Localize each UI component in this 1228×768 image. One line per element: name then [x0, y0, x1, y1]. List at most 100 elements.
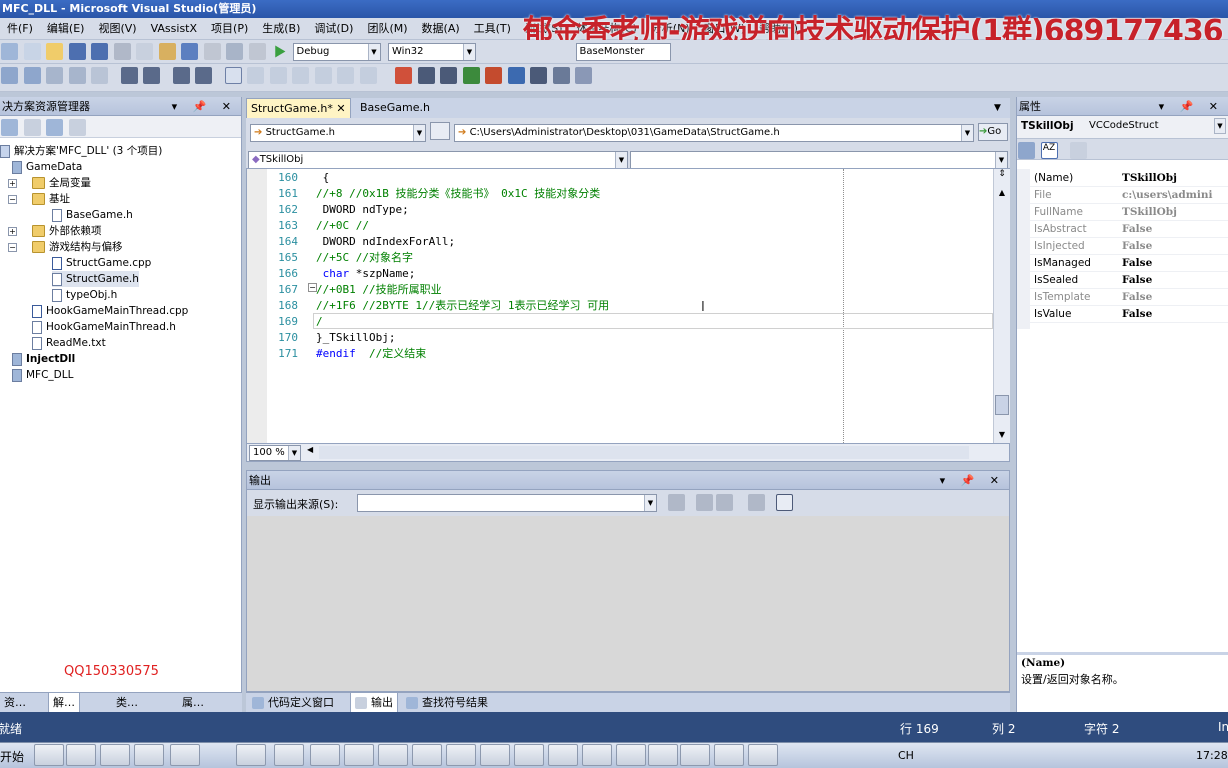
code-line[interactable]: DWORD ndIndexForAll;	[316, 234, 455, 250]
start-button[interactable]: 开始	[0, 748, 24, 765]
property-row[interactable]: IsValue False	[1030, 306, 1228, 323]
tree-node-basegame-h[interactable]: BaseGame.h	[52, 207, 133, 223]
va-goto-icon[interactable]	[530, 67, 547, 84]
panel-controls[interactable]: ▾ 📌 ✕	[940, 471, 1005, 489]
menu-item[interactable]: 视图(V)	[91, 18, 143, 39]
property-row[interactable]: File c:\users\admini	[1030, 187, 1228, 204]
outdent-icon[interactable]	[143, 67, 160, 84]
property-row[interactable]: IsManaged False	[1030, 255, 1228, 272]
properties-icon[interactable]	[1, 119, 18, 136]
va-refactor-icon[interactable]	[462, 67, 480, 84]
save-all-icon[interactable]	[91, 43, 108, 60]
add-item-icon[interactable]	[23, 43, 41, 60]
start-debug-icon[interactable]	[275, 45, 286, 58]
navigate-back-icon[interactable]	[226, 43, 243, 60]
tree-node-project-gamedata[interactable]: GameData	[12, 159, 82, 175]
taskbar-app-button[interactable]	[134, 744, 164, 766]
prev-message-icon[interactable]	[696, 494, 713, 511]
taskbar-app-button[interactable]	[616, 744, 646, 766]
tree-node-structgame-h[interactable]: StructGame.h	[52, 271, 139, 287]
taskbar-app-button[interactable]	[236, 744, 266, 766]
taskbar-app-button[interactable]	[310, 744, 340, 766]
clear-bookmarks-icon[interactable]	[337, 67, 354, 84]
find-message-icon[interactable]	[668, 494, 685, 511]
expand-icon[interactable]: +	[8, 179, 17, 188]
navigate-forward-icon[interactable]	[248, 43, 266, 60]
va-next-icon[interactable]	[507, 67, 525, 84]
properties-icon[interactable]	[1, 67, 18, 84]
tree-node-global-vars[interactable]: 全局变量	[32, 175, 91, 191]
platform-select[interactable]: Win32 ▼	[388, 43, 476, 61]
alphabetical-icon[interactable]: AZ	[1040, 142, 1058, 159]
code-line[interactable]: //+8 //0x1B 技能分类《技能书》 0x1C 技能对象分类	[316, 186, 600, 202]
va-options-icon[interactable]	[575, 67, 592, 84]
split-icon[interactable]	[430, 122, 450, 140]
horizontal-scrollbar[interactable]	[319, 446, 969, 459]
taskbar-app-button[interactable]	[412, 744, 442, 766]
paste-icon[interactable]	[158, 43, 176, 60]
taskbar-app-button[interactable]	[514, 744, 544, 766]
taskbar-app-button[interactable]	[582, 744, 612, 766]
taskbar-app-button[interactable]	[274, 744, 304, 766]
word-wrap-icon[interactable]	[776, 494, 793, 511]
edit-icon[interactable]	[46, 67, 63, 84]
output-source-select[interactable]: ▼	[357, 494, 657, 512]
taskbar-app-button[interactable]	[100, 744, 130, 766]
va-prev-icon[interactable]	[485, 67, 502, 84]
next-bookmark-icon[interactable]	[269, 67, 287, 84]
scroll-down-icon[interactable]: ▼	[994, 427, 1010, 443]
scope-combo[interactable]: ◆TSkillObj ▼	[248, 151, 628, 169]
property-row[interactable]: FullName TSkillObj	[1030, 204, 1228, 221]
taskbar-app-button[interactable]	[480, 744, 510, 766]
tree-node-readme[interactable]: ReadMe.txt	[32, 335, 106, 351]
next-bookmark-folder-icon[interactable]	[314, 67, 332, 84]
property-row[interactable]: IsInjected False	[1030, 238, 1228, 255]
solution-config-select[interactable]: Debug ▼	[292, 43, 381, 61]
tree-node-project-mfcdll[interactable]: MFC_DLL	[12, 367, 73, 383]
scroll-left-icon[interactable]: ◀	[307, 445, 313, 454]
tab-list-icon[interactable]: ▼	[994, 98, 1001, 118]
tab-solution-explorer[interactable]: 解…	[48, 693, 80, 713]
code-line[interactable]: //+1F6 //2BYTE 1//表示已经学习 1表示已经学习 可用	[316, 298, 609, 314]
taskbar-app-button[interactable]	[748, 744, 778, 766]
uncomment-icon[interactable]	[195, 67, 212, 84]
va-symbol-icon[interactable]	[417, 67, 435, 84]
va-find-icon[interactable]	[440, 67, 457, 84]
taskbar-app-button[interactable]	[34, 744, 64, 766]
collapse-region-icon[interactable]: −	[308, 283, 317, 292]
panel-controls[interactable]: ▾ 📌 ✕	[172, 97, 237, 115]
expand-icon[interactable]: +	[8, 227, 17, 236]
view-class-diagram-icon[interactable]	[68, 119, 86, 136]
va-header-icon[interactable]	[552, 67, 570, 84]
clear-all-icon[interactable]	[748, 494, 765, 511]
tree-node-base-address[interactable]: 基址	[32, 191, 70, 207]
code-line[interactable]: //+5C //对象名字	[316, 250, 413, 266]
new-project-icon[interactable]	[1, 43, 18, 60]
code-line[interactable]: //+0C //	[316, 218, 369, 234]
taskbar-app-button[interactable]	[378, 744, 408, 766]
tree-node-solution[interactable]: 解决方案'MFC_DLL' (3 个项目)	[0, 143, 162, 159]
property-row[interactable]: (Name) TSkillObj	[1030, 170, 1228, 187]
tab-basegame-h[interactable]: BaseGame.h	[356, 98, 434, 118]
member-combo[interactable]: ▼	[630, 151, 1008, 169]
collapse-icon[interactable]: −	[8, 195, 17, 204]
code-line[interactable]: /	[316, 314, 323, 330]
tree-node-structgame-cpp[interactable]: StructGame.cpp	[52, 255, 151, 271]
path-combo[interactable]: ➔ C:\Users\Administrator\Desktop\031\Gam…	[454, 124, 974, 142]
cut-icon[interactable]	[113, 43, 131, 60]
menu-item[interactable]: 调试(D)	[307, 18, 360, 39]
code-line[interactable]: DWORD ndType;	[316, 202, 409, 218]
collapse-icon[interactable]: −	[8, 243, 17, 252]
undo-icon[interactable]	[181, 43, 198, 60]
menu-item[interactable]: VAssistX	[144, 18, 204, 39]
taskbar-app-button[interactable]	[446, 744, 476, 766]
menu-item[interactable]: 工具(T)	[467, 18, 518, 39]
zoom-select[interactable]: 100 % ▼	[249, 445, 301, 461]
code-line[interactable]: }_TSkillObj;	[316, 330, 395, 346]
tree-node-typeobj-h[interactable]: typeObj.h	[52, 287, 117, 303]
menu-item[interactable]: 团队(M)	[360, 18, 414, 39]
next-message-icon[interactable]	[716, 494, 733, 511]
property-row[interactable]: IsTemplate False	[1030, 289, 1228, 306]
tab-property-manager[interactable]: 属…	[182, 693, 204, 713]
taskbar-app-button[interactable]	[170, 744, 200, 766]
